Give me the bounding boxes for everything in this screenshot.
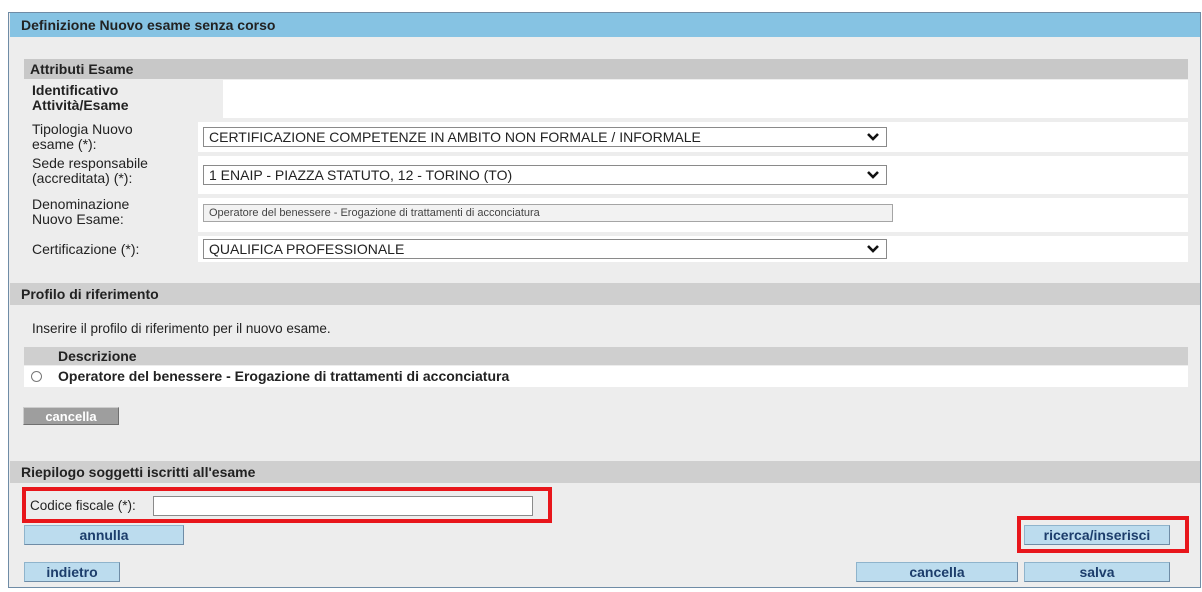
denominazione-label: Denominazione Nuovo Esame: xyxy=(32,196,130,227)
profilo-instruction: Inserire il profilo di riferimento per i… xyxy=(32,321,331,336)
identificativo-value xyxy=(223,80,1188,118)
profilo-cancel-button[interactable]: cancella xyxy=(23,407,119,425)
identificativo-label: Identificativo Attività/Esame xyxy=(32,82,129,113)
cancella-button[interactable]: cancella xyxy=(856,562,1018,582)
annulla-button[interactable]: annulla xyxy=(24,525,184,545)
highlight-ricerca-inserisci xyxy=(1017,516,1189,553)
profilo-section-title: Profilo di riferimento xyxy=(10,283,1200,305)
indietro-button[interactable]: indietro xyxy=(24,562,120,582)
chevron-down-icon xyxy=(867,133,879,141)
page-title: Definizione Nuovo esame senza corso xyxy=(10,13,1200,37)
sede-label: Sede responsabile (accreditata) (*): xyxy=(32,155,148,186)
tipologia-label: Tipologia Nuovo esame (*): xyxy=(32,121,133,152)
highlight-codice-fiscale xyxy=(22,487,552,523)
tipologia-select[interactable]: CERTIFICAZIONE COMPETENZE IN AMBITO NON … xyxy=(203,127,887,147)
sede-select[interactable]: 1 ENAIP - PIAZZA STATUTO, 12 - TORINO (T… xyxy=(203,165,887,185)
profile-row-label: Operatore del benessere - Erogazione di … xyxy=(58,368,510,384)
salva-button[interactable]: salva xyxy=(1024,562,1170,582)
denominazione-field: Operatore del benessere - Erogazione di … xyxy=(203,204,893,222)
riepilogo-section-title: Riepilogo soggetti iscritti all'esame xyxy=(10,461,1200,483)
certificazione-select[interactable]: QUALIFICA PROFESSIONALE xyxy=(203,239,887,259)
chevron-down-icon xyxy=(867,171,879,179)
certificazione-label: Certificazione (*): xyxy=(32,241,140,257)
chevron-down-icon xyxy=(867,245,879,253)
profile-radio[interactable] xyxy=(31,371,42,382)
attributes-section-title: Attributi Esame xyxy=(24,59,1188,79)
profile-row[interactable]: Operatore del benessere - Erogazione di … xyxy=(24,366,1188,387)
column-header-descrizione: Descrizione xyxy=(24,347,1188,365)
